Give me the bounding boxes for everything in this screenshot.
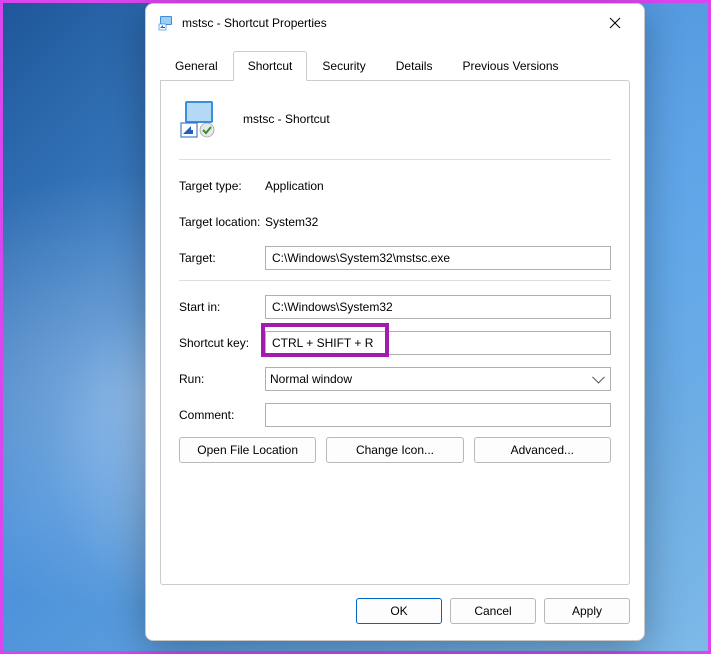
action-button-row: Open File Location Change Icon... Advanc…	[179, 437, 611, 463]
change-icon-button[interactable]: Change Icon...	[326, 437, 463, 463]
dialog-buttons: OK Cancel Apply	[146, 598, 644, 640]
open-file-location-button[interactable]: Open File Location	[179, 437, 316, 463]
cancel-button[interactable]: Cancel	[450, 598, 536, 624]
row-start-in: Start in:	[179, 293, 611, 321]
input-start-in[interactable]	[265, 295, 611, 319]
separator	[179, 280, 611, 281]
row-run: Run: Normal window	[179, 365, 611, 393]
select-run[interactable]: Normal window	[265, 367, 611, 391]
tab-strip: General Shortcut Security Details Previo…	[146, 42, 644, 81]
label-start-in: Start in:	[179, 300, 265, 314]
value-target-location: System32	[265, 215, 318, 229]
tab-panel-shortcut: mstsc - Shortcut Target type: Applicatio…	[160, 80, 630, 585]
tab-previous-versions[interactable]: Previous Versions	[447, 51, 573, 81]
row-target-type: Target type: Application	[179, 172, 611, 200]
value-target-type: Application	[265, 179, 324, 193]
select-run-wrap: Normal window	[265, 367, 611, 391]
advanced-button[interactable]: Advanced...	[474, 437, 611, 463]
tab-shortcut[interactable]: Shortcut	[233, 51, 308, 81]
tab-security[interactable]: Security	[307, 51, 380, 81]
input-shortcut-key[interactable]	[265, 331, 611, 355]
label-shortcut-key: Shortcut key:	[179, 336, 265, 350]
input-comment[interactable]	[265, 403, 611, 427]
shortcut-file-icon	[179, 99, 219, 139]
row-target-location: Target location: System32	[179, 208, 611, 236]
shortcut-header: mstsc - Shortcut	[179, 97, 611, 155]
label-comment: Comment:	[179, 408, 265, 422]
row-shortcut-key: Shortcut key:	[179, 329, 611, 357]
input-target[interactable]	[265, 246, 611, 270]
ok-button[interactable]: OK	[356, 598, 442, 624]
shortcut-name: mstsc - Shortcut	[243, 112, 330, 126]
close-button[interactable]	[592, 7, 638, 39]
properties-dialog: mstsc - Shortcut Properties General Shor…	[145, 3, 645, 641]
label-target: Target:	[179, 251, 265, 265]
row-comment: Comment:	[179, 401, 611, 429]
close-icon	[609, 17, 621, 29]
label-run: Run:	[179, 372, 265, 386]
label-target-type: Target type:	[179, 179, 265, 193]
window-title: mstsc - Shortcut Properties	[182, 16, 592, 30]
tab-details[interactable]: Details	[381, 51, 448, 81]
tab-general[interactable]: General	[160, 51, 233, 81]
separator	[179, 159, 611, 160]
row-target: Target:	[179, 244, 611, 272]
label-target-location: Target location:	[179, 215, 265, 229]
apply-button[interactable]: Apply	[544, 598, 630, 624]
app-icon	[158, 15, 174, 31]
titlebar[interactable]: mstsc - Shortcut Properties	[146, 4, 644, 42]
